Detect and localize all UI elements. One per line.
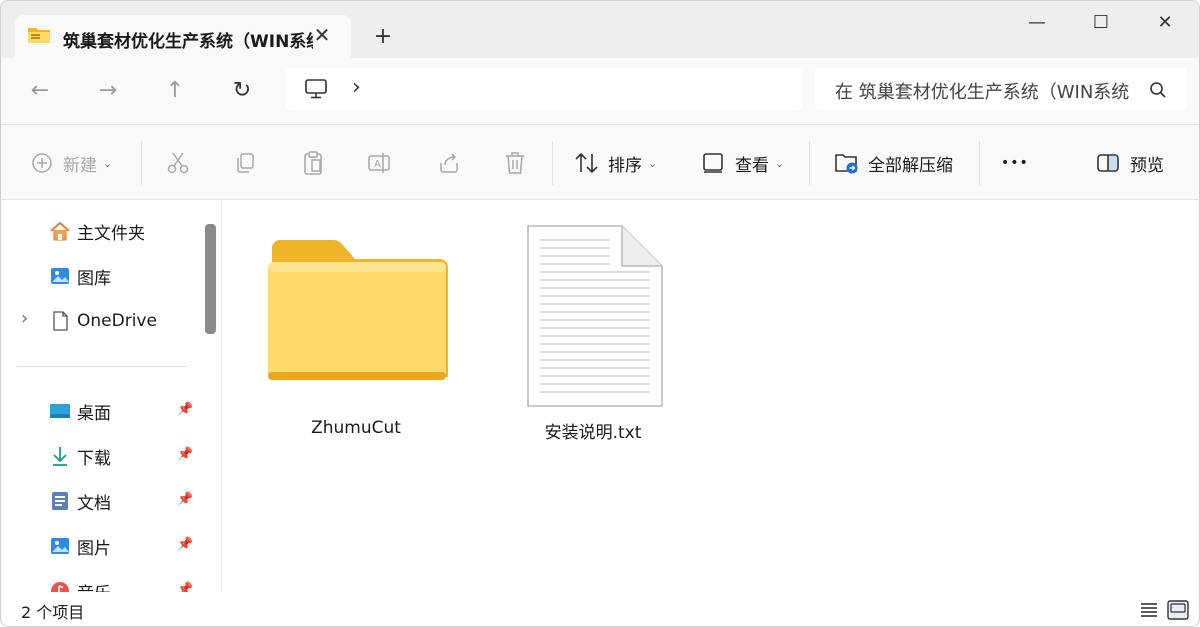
home-icon <box>50 221 70 241</box>
desktop-icon <box>50 404 70 418</box>
sidebar-item-label: OneDrive <box>77 311 157 331</box>
sidebar-item-label: 桌面 <box>77 403 111 424</box>
close-window-button[interactable]: ✕ <box>1145 9 1185 37</box>
preview-pane-icon <box>1097 154 1119 172</box>
new-label: 新建 <box>63 155 97 176</box>
up-button[interactable]: ↑ <box>158 74 192 108</box>
sidebar-item-label: 图库 <box>77 268 111 289</box>
more-options-button[interactable]: ••• <box>1001 147 1029 179</box>
text-file-icon <box>527 225 663 407</box>
computer-icon <box>305 79 327 99</box>
navigation-bar: ← → ↑ ↻ › 在 筑巢套材优化生产系统（WIN系统 <box>0 58 1200 124</box>
pictures-icon <box>51 538 69 554</box>
sidebar-item-label: 图片 <box>77 538 111 559</box>
pin-icon[interactable]: 📌 <box>177 582 193 592</box>
scrollbar-thumb[interactable] <box>205 224 216 334</box>
cut-icon[interactable] <box>166 151 190 175</box>
command-bar: 新建 ⌄ A 排序 ⌄ 查看 ⌄ 全部解压缩 ••• 预览 <box>0 124 1200 200</box>
file-item-folder[interactable]: ZhumuCut <box>258 230 454 450</box>
delete-icon[interactable] <box>503 150 527 176</box>
chevron-down-icon: ⌄ <box>775 156 785 170</box>
sidebar-item-gallery[interactable]: 图库 <box>49 261 111 291</box>
navigation-pane: 主文件夹 图库 › OneDrive 桌面 📌 下载 📌 文档 📌 图片 📌 📌 <box>0 200 222 592</box>
rename-icon[interactable]: A <box>367 151 393 175</box>
sidebar-item-onedrive[interactable]: OneDrive <box>49 306 157 336</box>
gallery-icon <box>51 268 69 284</box>
preview-label: 预览 <box>1130 155 1164 176</box>
new-tab-button[interactable]: + <box>369 23 397 51</box>
item-count: 2 个项目 <box>21 603 85 622</box>
sidebar-item-desktop[interactable]: 桌面 <box>49 396 111 426</box>
sidebar-item-music[interactable]: 音乐 <box>49 576 111 592</box>
sidebar-item-home[interactable]: 主文件夹 <box>49 216 145 246</box>
music-icon <box>51 582 69 592</box>
divider <box>809 141 810 185</box>
sidebar-item-label: 主文件夹 <box>77 223 145 244</box>
maximize-button[interactable]: ☐ <box>1081 9 1121 37</box>
pin-icon[interactable]: 📌 <box>177 447 193 462</box>
file-list: ZhumuCut 安装说明.txt <box>222 200 1200 592</box>
sidebar-item-label: 文档 <box>77 493 111 514</box>
search-icon[interactable] <box>1149 81 1167 99</box>
sidebar-item-label: 下载 <box>77 448 111 469</box>
extract-all-button[interactable]: 全部解压缩 <box>834 147 953 179</box>
folder-icon <box>28 28 50 43</box>
copy-icon[interactable] <box>233 151 257 175</box>
minimize-button[interactable]: — <box>1017 9 1057 37</box>
pin-icon[interactable]: 📌 <box>177 492 193 507</box>
title-bar: 筑巢套材优化生产系统（WIN系统 ✕ + — ☐ ✕ <box>0 0 1200 59</box>
refresh-button[interactable]: ↻ <box>225 74 259 108</box>
expand-chevron-icon[interactable]: › <box>21 308 28 329</box>
view-label: 查看 <box>735 155 769 176</box>
extract-icon <box>835 154 858 174</box>
tiles-view-icon[interactable] <box>1167 600 1189 620</box>
view-icon <box>703 153 723 173</box>
search-placeholder: 在 筑巢套材优化生产系统（WIN系统 <box>835 82 1130 103</box>
file-name: 安装说明.txt <box>544 423 642 443</box>
plus-circle-icon <box>32 153 52 173</box>
tab-active[interactable]: 筑巢套材优化生产系统（WIN系统 ✕ <box>15 15 351 59</box>
download-icon <box>53 447 67 466</box>
sidebar-item-documents[interactable]: 文档 <box>49 486 111 516</box>
tab-close-icon[interactable]: ✕ <box>308 21 336 49</box>
extract-all-label: 全部解压缩 <box>868 155 953 176</box>
search-box[interactable]: 在 筑巢套材优化生产系统（WIN系统 <box>815 68 1187 110</box>
sidebar-item-pictures[interactable]: 图片 <box>49 531 111 561</box>
folder-icon <box>268 240 448 380</box>
share-icon[interactable] <box>437 151 461 175</box>
tab-title: 筑巢套材优化生产系统（WIN系统 <box>63 32 313 52</box>
divider <box>552 141 553 185</box>
sidebar-item-downloads[interactable]: 下载 <box>49 441 111 471</box>
new-button[interactable]: 新建 ⌄ <box>31 147 112 179</box>
status-bar: 2 个项目 <box>0 592 1200 627</box>
preview-button[interactable]: 预览 <box>1096 147 1164 179</box>
details-view-icon[interactable] <box>1139 601 1159 619</box>
sort-icon <box>575 152 598 174</box>
divider <box>979 141 980 185</box>
sidebar-item-label: 音乐 <box>77 579 111 593</box>
svg-text:A: A <box>374 159 381 170</box>
breadcrumb-chevron-icon[interactable]: › <box>352 75 361 100</box>
divider <box>141 141 142 185</box>
file-name: ZhumuCut <box>311 418 401 438</box>
file-icon <box>53 311 68 331</box>
chevron-down-icon: ⌄ <box>648 156 658 170</box>
file-item-text[interactable]: 安装说明.txt <box>518 222 668 450</box>
pin-icon[interactable]: 📌 <box>177 402 193 417</box>
sort-button[interactable]: 排序 ⌄ <box>574 147 657 179</box>
back-button[interactable]: ← <box>23 74 57 108</box>
chevron-down-icon: ⌄ <box>103 156 113 170</box>
divider <box>17 366 187 367</box>
document-icon <box>52 492 68 510</box>
forward-button[interactable]: → <box>91 74 125 108</box>
address-bar[interactable]: › <box>286 68 802 110</box>
sort-label: 排序 <box>608 155 642 176</box>
view-button[interactable]: 查看 ⌄ <box>701 147 784 179</box>
pin-icon[interactable]: 📌 <box>177 537 193 552</box>
paste-icon[interactable] <box>301 150 325 176</box>
